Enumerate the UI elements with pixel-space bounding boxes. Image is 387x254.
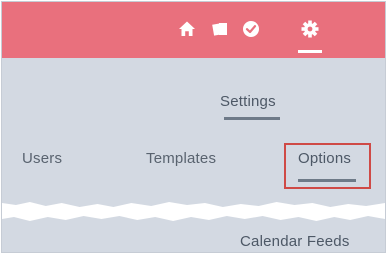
active-nav-indicator bbox=[298, 50, 322, 53]
top-navigation-bar bbox=[2, 2, 385, 58]
documents-icon[interactable] bbox=[207, 16, 233, 42]
home-icon[interactable] bbox=[174, 16, 200, 42]
check-circle-icon[interactable] bbox=[238, 16, 264, 42]
tab-templates[interactable]: Templates bbox=[146, 150, 216, 167]
gear-icon[interactable] bbox=[297, 16, 323, 42]
tab-users[interactable]: Users bbox=[22, 150, 62, 167]
calendar-feeds-label: Calendar Feeds bbox=[240, 233, 350, 250]
page-title-underline bbox=[224, 117, 280, 120]
options-highlight-box bbox=[284, 143, 371, 189]
page-title: Settings bbox=[220, 93, 276, 110]
torn-paper-divider bbox=[2, 202, 385, 221]
screenshot-frame: Settings Users Templates Options Calenda… bbox=[1, 1, 386, 253]
